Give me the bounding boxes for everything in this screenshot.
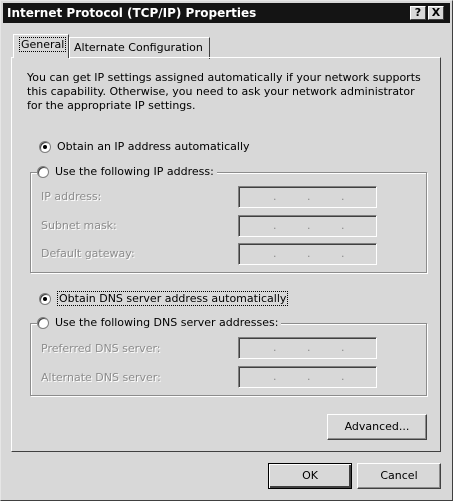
ok-button[interactable]: OK (268, 463, 352, 489)
ip-address-field[interactable]: . . . (238, 186, 377, 208)
subnet-mask-field[interactable]: . . . (238, 215, 377, 237)
alternate-dns-label: Alternate DNS server: (41, 371, 161, 384)
radio-checked-icon (39, 292, 51, 305)
ip-dot: . (273, 370, 277, 383)
tab-alternate-configuration-label: Alternate Configuration (74, 41, 203, 54)
ip-dot: . (307, 370, 311, 383)
tcpip-properties-dialog: Internet Protocol (TCP/IP) Properties ? … (0, 0, 453, 501)
obtain-dns-auto-label: Obtain DNS server address automatically (57, 291, 289, 306)
ip-dot: . (273, 341, 277, 354)
use-following-ip-label: Use the following IP address: (55, 165, 214, 178)
tab-general[interactable]: General (13, 34, 69, 58)
ip-dot: . (307, 341, 311, 354)
obtain-ip-auto-label: Obtain an IP address automatically (57, 140, 250, 153)
ip-dot: . (307, 247, 311, 260)
ip-dot: . (341, 341, 345, 354)
use-following-dns-radio[interactable]: Use the following DNS server addresses: (37, 316, 282, 329)
cancel-button[interactable]: Cancel (357, 463, 441, 489)
ip-dot: . (341, 370, 345, 383)
use-following-ip-radio[interactable]: Use the following IP address: (37, 165, 217, 178)
ip-dot: . (341, 247, 345, 260)
ip-address-label: IP address: (41, 190, 102, 203)
title-bar[interactable]: Internet Protocol (TCP/IP) Properties ? … (3, 3, 450, 23)
ip-dot: . (273, 190, 277, 203)
preferred-dns-label: Preferred DNS server: (41, 342, 161, 355)
default-gateway-label: Default gateway: (41, 247, 135, 260)
advanced-button[interactable]: Advanced... (327, 414, 427, 440)
ip-dot: . (273, 219, 277, 232)
help-button[interactable]: ? (410, 6, 426, 20)
description-text: You can get IP settings assigned automat… (27, 71, 421, 112)
use-following-dns-label: Use the following DNS server addresses: (55, 316, 279, 329)
help-icon: ? (414, 6, 422, 19)
obtain-dns-auto-radio[interactable]: Obtain DNS server address automatically (39, 291, 292, 306)
radio-checked-icon (39, 140, 51, 153)
tab-alternate-configuration[interactable]: Alternate Configuration (69, 37, 210, 59)
window-title: Internet Protocol (TCP/IP) Properties (7, 6, 257, 20)
ip-dot: . (341, 219, 345, 232)
ip-dot: . (341, 190, 345, 203)
ip-dot: . (273, 247, 277, 260)
default-gateway-field[interactable]: . . . (238, 243, 377, 265)
close-icon: X (431, 6, 441, 19)
ip-dot: . (307, 219, 311, 232)
preferred-dns-field[interactable]: . . . (238, 337, 377, 359)
tab-general-label: General (19, 37, 67, 52)
alternate-dns-field[interactable]: . . . (238, 366, 377, 388)
subnet-mask-label: Subnet mask: (41, 219, 117, 232)
ip-dot: . (307, 190, 311, 203)
radio-unchecked-icon (37, 316, 49, 329)
close-button[interactable]: X (428, 6, 444, 20)
obtain-ip-auto-radio[interactable]: Obtain an IP address automatically (39, 140, 253, 153)
radio-unchecked-icon (37, 165, 49, 178)
